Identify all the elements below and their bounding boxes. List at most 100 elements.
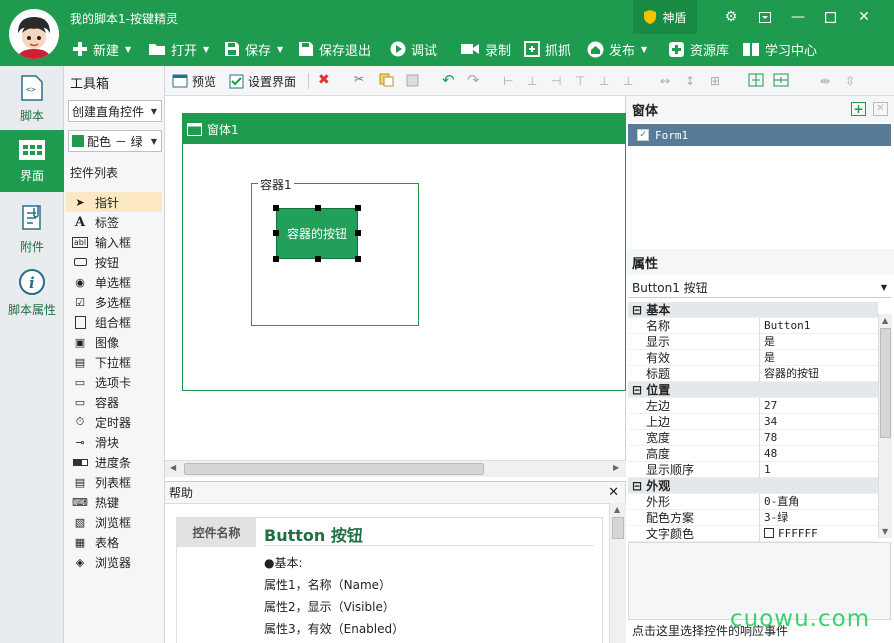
- property-row[interactable]: 显示是: [628, 334, 878, 350]
- save-exit-button[interactable]: 保存退出: [298, 38, 371, 60]
- align-bottom-icon[interactable]: ⊥: [623, 74, 639, 88]
- property-row[interactable]: 标题 容器的按钮: [628, 366, 878, 382]
- spacing-vertical-icon[interactable]: ⇳: [845, 74, 861, 88]
- control-tab[interactable]: ▭ 选项卡: [66, 372, 162, 392]
- open-menu[interactable]: 打开 ▼: [148, 38, 209, 60]
- paste-icon[interactable]: [405, 73, 421, 87]
- control-label[interactable]: A 标签: [66, 212, 162, 232]
- mode-select[interactable]: 创建直角控件 ▼: [68, 100, 162, 122]
- scroll-down-icon[interactable]: ▼: [882, 527, 888, 536]
- control-table[interactable]: ▦ 表格: [66, 532, 162, 552]
- design-canvas[interactable]: 窗体1 容器1 容器的按钮: [165, 96, 626, 460]
- same-width-icon[interactable]: ↔: [660, 74, 676, 88]
- grab-button[interactable]: 抓抓: [524, 38, 571, 60]
- setup-ui-button[interactable]: 设置界面: [229, 66, 296, 96]
- control-button[interactable]: 按钮: [66, 252, 162, 272]
- avatar[interactable]: [9, 9, 59, 59]
- scroll-up-icon[interactable]: ▲: [614, 505, 620, 514]
- property-row[interactable]: 高度 48: [628, 446, 878, 462]
- control-radio[interactable]: ◉ 单选框: [66, 272, 162, 292]
- property-row[interactable]: 配色方案 3-绿: [628, 510, 878, 526]
- nav-script-properties[interactable]: i 脚本属性: [0, 262, 64, 324]
- property-row[interactable]: 显示顺序 1: [628, 462, 878, 478]
- property-row[interactable]: 上边 34: [628, 414, 878, 430]
- scroll-left-icon[interactable]: ◀: [170, 463, 176, 472]
- property-row[interactable]: 文字颜色 FFFFFF: [628, 526, 878, 542]
- property-row[interactable]: 宽度 78: [628, 430, 878, 446]
- resize-handle[interactable]: [315, 205, 321, 211]
- property-group[interactable]: ⊟ 位置: [628, 382, 878, 398]
- property-row[interactable]: 有效是: [628, 350, 878, 366]
- property-group[interactable]: ⊟ 基本: [628, 302, 878, 318]
- control-browsebox[interactable]: ▧ 浏览框: [66, 512, 162, 532]
- control-browser[interactable]: ◈ 浏览器: [66, 552, 162, 572]
- resize-handle[interactable]: [273, 205, 279, 211]
- same-size-icon[interactable]: ⊞: [710, 74, 726, 88]
- control-dropdown[interactable]: ▤ 下拉框: [66, 352, 162, 372]
- shield-button[interactable]: 神盾: [633, 0, 697, 34]
- align-top-icon[interactable]: ⊤: [575, 74, 591, 88]
- control-timer[interactable]: ⏱ 定时器: [66, 412, 162, 432]
- resize-handle[interactable]: [355, 205, 361, 211]
- publish-menu[interactable]: 发布 ▼: [587, 38, 647, 60]
- align-left-icon[interactable]: ⊢: [503, 74, 519, 88]
- add-form-icon[interactable]: +: [851, 102, 866, 116]
- center-vertical-icon[interactable]: [773, 73, 789, 87]
- control-image[interactable]: ▣ 图像: [66, 332, 162, 352]
- control-slider[interactable]: ⊸ 滑块: [66, 432, 162, 452]
- new-menu[interactable]: 新建 ▼: [72, 38, 131, 60]
- copy-icon[interactable]: [379, 73, 395, 87]
- scroll-thumb[interactable]: [184, 463, 484, 475]
- center-horizontal-icon[interactable]: [748, 73, 764, 87]
- nav-ui[interactable]: 界面: [0, 130, 64, 192]
- control-container[interactable]: ▭ 容器: [66, 392, 162, 412]
- delete-form-icon[interactable]: ✕: [873, 102, 888, 116]
- nav-script[interactable]: <> 脚本: [0, 68, 64, 130]
- nav-attachment[interactable]: 附件: [0, 198, 64, 260]
- property-group[interactable]: ⊟ 外观: [628, 478, 878, 494]
- collapse-icon[interactable]: ⊟: [632, 303, 642, 317]
- checkbox-icon[interactable]: ✓: [637, 129, 649, 141]
- property-row[interactable]: 名称 Button1: [628, 318, 878, 334]
- resize-handle[interactable]: [355, 230, 361, 236]
- resize-handle[interactable]: [273, 256, 279, 262]
- resize-handle[interactable]: [315, 256, 321, 262]
- save-menu[interactable]: 保存 ▼: [224, 38, 283, 60]
- align-right-icon[interactable]: ⊣: [551, 74, 567, 88]
- control-groupbox[interactable]: 组合框: [66, 312, 162, 332]
- control-listbox[interactable]: ▤ 列表框: [66, 472, 162, 492]
- align-middle-icon[interactable]: ⊥: [599, 74, 615, 88]
- maximize-button[interactable]: [819, 6, 841, 28]
- control-checkbox[interactable]: ☑ 多选框: [66, 292, 162, 312]
- close-icon[interactable]: ✕: [608, 485, 619, 500]
- control-progressbar[interactable]: 进度条: [66, 452, 162, 472]
- delete-icon[interactable]: ✖: [318, 72, 334, 88]
- container-button[interactable]: 容器的按钮: [273, 205, 361, 262]
- cut-icon[interactable]: ✂: [354, 72, 370, 86]
- resize-handle[interactable]: [273, 230, 279, 236]
- learning-center-button[interactable]: 学习中心: [742, 38, 817, 60]
- properties-scrollbar[interactable]: ▲ ▼: [878, 314, 892, 538]
- property-row[interactable]: 左边 27: [628, 398, 878, 414]
- debug-button[interactable]: 调试: [390, 38, 437, 60]
- collapse-icon[interactable]: ⊟: [632, 383, 642, 397]
- canvas-horizontal-scrollbar[interactable]: ◀ ▶: [165, 460, 626, 477]
- property-target-select[interactable]: Button1 按钮 ▼: [628, 278, 891, 298]
- minimize-button[interactable]: —: [787, 6, 809, 28]
- redo-icon[interactable]: ↷: [467, 71, 483, 89]
- control-hotkey[interactable]: ⌨ 热键: [66, 492, 162, 512]
- close-button[interactable]: ✕: [853, 6, 875, 28]
- align-center-icon[interactable]: ⊥: [527, 74, 543, 88]
- undo-icon[interactable]: ↶: [442, 71, 458, 89]
- property-row[interactable]: 外形 0-直角: [628, 494, 878, 510]
- color-select[interactable]: 配色 － 绿 ▼: [68, 130, 162, 152]
- collapse-icon[interactable]: ⊟: [632, 479, 642, 493]
- scroll-thumb[interactable]: [612, 517, 624, 539]
- menu-button[interactable]: [754, 6, 776, 28]
- spacing-horizontal-icon[interactable]: ⇹: [820, 74, 836, 88]
- container-control[interactable]: 容器1 容器的按钮: [251, 176, 419, 326]
- help-vertical-scrollbar[interactable]: ▲: [609, 503, 626, 643]
- control-pointer[interactable]: ➤ 指针: [66, 192, 162, 212]
- record-button[interactable]: 录制: [460, 38, 511, 60]
- scroll-up-icon[interactable]: ▲: [882, 316, 888, 325]
